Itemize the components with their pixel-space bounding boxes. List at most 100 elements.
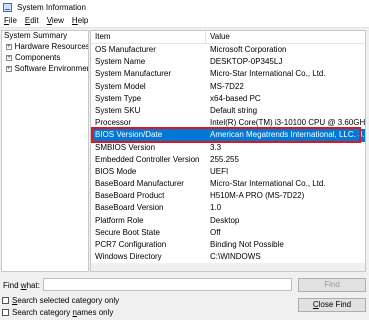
table-row[interactable]: BIOS Mode UEFI xyxy=(91,166,365,178)
row-value-cell: 255.255 xyxy=(210,154,239,164)
category-tree: System Summary + Hardware Resources + Co… xyxy=(1,30,89,272)
row-item-cell: BaseBoard Manufacturer xyxy=(95,179,184,189)
expand-icon[interactable]: + xyxy=(6,65,12,72)
row-value-cell: UEFI xyxy=(210,166,229,176)
row-value-cell: Intel(R) Core(TM) i3-10100 CPU @ 3.60GHz xyxy=(210,118,365,128)
find-bar: Find what: Find Close Find Search select… xyxy=(0,275,369,320)
table-row[interactable]: Secure Boot State Off xyxy=(91,227,365,239)
row-item-cell: OS Manufacturer xyxy=(95,45,156,54)
tree-item-label: Components xyxy=(15,53,61,62)
table-header: Item Value xyxy=(91,31,365,44)
find-button[interactable]: Find xyxy=(298,278,366,292)
row-value-cell: C:\WINDOWS xyxy=(210,252,261,262)
menu-help-label: elp xyxy=(77,16,89,25)
row-item-cell: PCR7 Configuration xyxy=(95,240,167,249)
expand-icon[interactable]: + xyxy=(6,54,12,61)
row-value-cell: Default string xyxy=(210,105,258,115)
row-value-cell: 3.3 xyxy=(210,142,222,152)
row-value-cell: Micro-Star International Co., Ltd. xyxy=(210,69,326,79)
search-selected-category-option[interactable]: Search selected category only xyxy=(2,296,119,305)
menu-edit[interactable]: Edit xyxy=(21,16,43,25)
row-item-cell: BaseBoard Product xyxy=(95,191,165,201)
search-selected-category-label: Search selected category only xyxy=(12,296,119,305)
table-row[interactable]: Embedded Controller Version 255.255 xyxy=(91,154,365,166)
table-row[interactable]: OS Manufacturer Microsoft Corporation xyxy=(91,44,365,56)
row-item-cell: Platform Role xyxy=(95,215,144,225)
row-value-cell: Micro-Star International Co., Ltd. xyxy=(210,179,326,189)
find-what-label: Find what: xyxy=(3,281,40,290)
row-item-cell: System Name xyxy=(95,57,146,67)
table-row[interactable]: BaseBoard Product H510M-A PRO (MS-7D22) xyxy=(91,190,365,202)
row-item-cell: System Manufacturer xyxy=(95,69,172,79)
row-value-cell: 1.0 xyxy=(210,203,222,213)
row-item-cell: BIOS Mode xyxy=(95,166,137,176)
table-row[interactable]: System Type x64-based PC xyxy=(91,93,365,105)
search-category-names-option[interactable]: Search category names only xyxy=(2,308,113,317)
menu-view[interactable]: View xyxy=(43,16,68,25)
menu-file[interactable]: File xyxy=(0,16,21,25)
table-row[interactable]: SMBIOS Version 3.3 xyxy=(91,142,365,154)
search-category-names-checkbox[interactable] xyxy=(2,309,9,316)
row-item-cell: Embedded Controller Version xyxy=(95,154,200,164)
row-value-cell: Binding Not Possible xyxy=(210,240,284,249)
table-body: OS Manufacturer Microsoft Corporation Syst… xyxy=(91,44,365,263)
search-selected-rest: earch selected category only xyxy=(17,296,120,305)
row-item-cell: System SKU xyxy=(95,105,141,115)
title-bar: System Information xyxy=(0,0,369,14)
menu-edit-label: dit xyxy=(30,16,39,25)
horizontal-scrollbar[interactable] xyxy=(91,263,365,271)
row-item-cell: System Model xyxy=(95,81,146,91)
menu-view-label: iew xyxy=(51,16,64,25)
row-item-cell: Processor xyxy=(95,118,132,128)
row-value-cell: MS-7D22 xyxy=(210,81,244,91)
table-row[interactable]: BaseBoard Version 1.0 xyxy=(91,202,365,214)
row-value-cell: Desktop xyxy=(210,215,240,225)
find-what-input[interactable] xyxy=(43,278,292,291)
table-row[interactable]: System SKU Default string xyxy=(91,105,365,117)
row-value-cell: DESKTOP-0P345LJ xyxy=(210,57,283,67)
table-row[interactable]: BaseBoard Manufacturer Micro-Star Interna… xyxy=(91,178,365,190)
search-category-names-label: Search category names only xyxy=(12,308,113,317)
tree-item-components[interactable]: + Components xyxy=(2,52,88,63)
table-row[interactable]: System Name DESKTOP-0P345LJ xyxy=(91,56,365,68)
row-item-cell: Windows Directory xyxy=(95,252,162,262)
row-item-cell: SMBIOS Version xyxy=(95,142,156,152)
table-row[interactable]: System Manufacturer Micro-Star Internatio… xyxy=(91,68,365,80)
column-header-item[interactable]: Item xyxy=(91,31,206,43)
expand-icon[interactable]: + xyxy=(6,43,12,50)
row-value-cell: Off xyxy=(210,227,221,237)
details-table: Item Value OS Manufacturer Microsoft Corp… xyxy=(90,30,366,272)
row-value-cell: Microsoft Corporation xyxy=(210,45,287,54)
menu-file-label: ile xyxy=(8,16,17,25)
tree-item-label: Hardware Resources xyxy=(14,42,89,51)
row-value-cell: H510M-A PRO (MS-7D22) xyxy=(210,191,305,201)
tree-item-system-summary[interactable]: System Summary xyxy=(2,31,88,41)
close-find-label: lose Find xyxy=(318,300,352,309)
table-row[interactable]: System Model MS-7D22 xyxy=(91,81,365,93)
table-row[interactable]: Platform Role Desktop xyxy=(91,215,365,227)
table-row[interactable]: PCR7 Configuration Binding Not Possible xyxy=(91,239,365,251)
table-row[interactable]: Processor Intel(R) Core(TM) i3-10100 CPU … xyxy=(91,117,365,129)
row-value-cell: x64-based PC xyxy=(210,93,261,103)
find-label-rest: hat: xyxy=(26,281,40,290)
row-item-cell: BaseBoard Version xyxy=(95,203,164,213)
row-item-cell: BIOS Version/Date xyxy=(95,130,163,140)
row-item-cell: System Type xyxy=(95,93,142,103)
find-label-text: Find xyxy=(3,281,21,290)
menu-help[interactable]: Help xyxy=(68,16,92,25)
search-names-rest: ames only xyxy=(76,308,114,317)
tree-item-software-environment[interactable]: + Software Environment xyxy=(2,63,88,74)
search-names-prefix: Search category xyxy=(12,308,73,317)
table-row[interactable]: BIOS Version/Date American Megatrends Int… xyxy=(91,129,365,142)
window-title: System Information xyxy=(17,2,86,12)
system-information-app-icon xyxy=(3,2,12,12)
search-selected-category-checkbox[interactable] xyxy=(2,297,9,304)
tree-item-hardware-resources[interactable]: + Hardware Resources xyxy=(2,41,88,52)
table-row[interactable]: Windows Directory C:\WINDOWS xyxy=(91,251,365,263)
column-header-value[interactable]: Value xyxy=(206,31,230,43)
close-find-button[interactable]: Close Find xyxy=(298,298,366,312)
row-value-cell: American Megatrends International, LLC. … xyxy=(210,130,365,140)
tree-item-label: Software Environment xyxy=(14,64,89,73)
row-item-cell: Secure Boot State xyxy=(95,227,160,237)
menu-bar: File Edit View Help xyxy=(0,14,369,28)
